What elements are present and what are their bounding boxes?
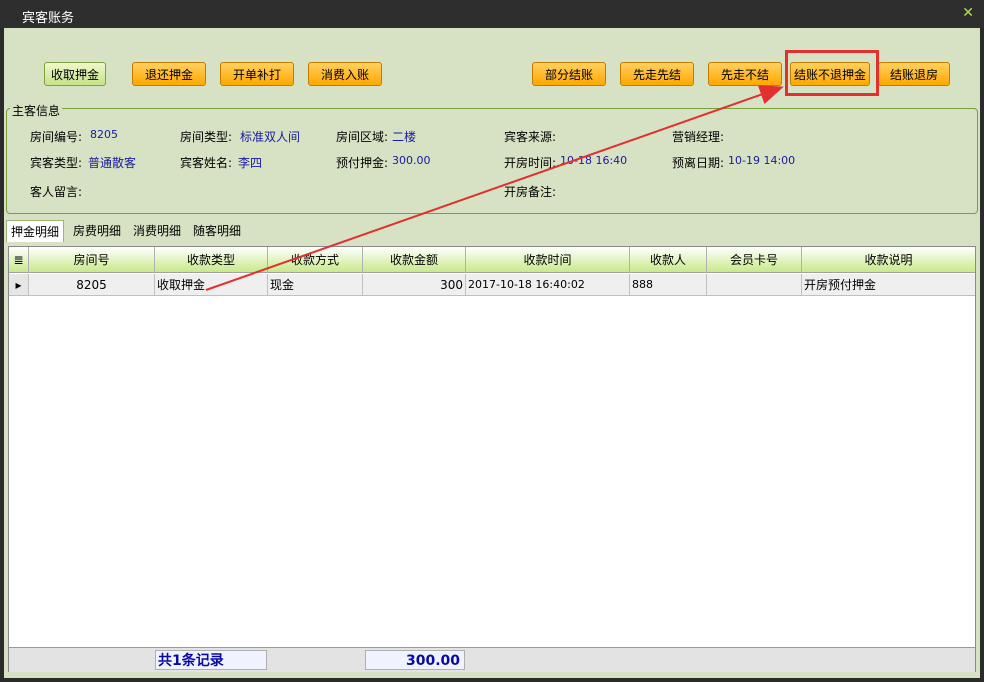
app-window: 宾客账务 ✕ 收取押金 退还押金 开单补打 消费入账 部分结账 先走先结 先走不…: [0, 0, 984, 682]
annotation-arrow: [205, 85, 784, 291]
